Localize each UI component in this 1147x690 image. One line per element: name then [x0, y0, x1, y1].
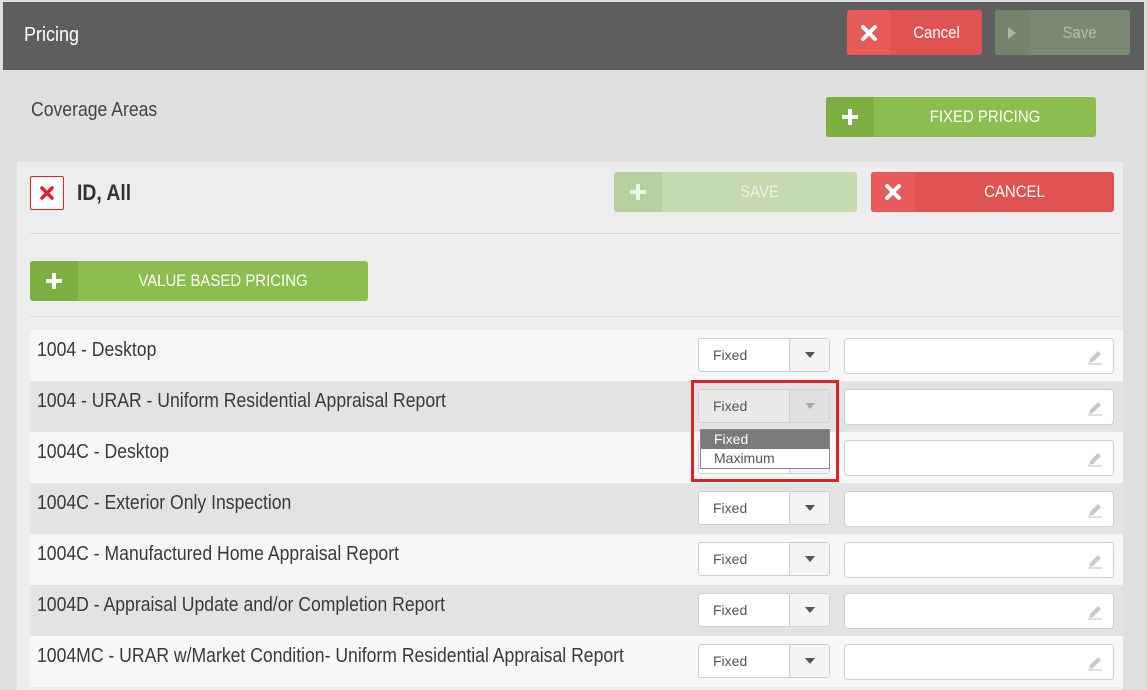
price-input[interactable]	[844, 338, 1114, 374]
chevron-down-icon	[789, 594, 829, 626]
divider	[30, 316, 1120, 317]
pricing-type-value: Fixed	[713, 500, 748, 516]
chevron-down-icon	[789, 492, 829, 524]
save-button-label: Save	[1062, 22, 1097, 42]
pricing-type-value: Fixed	[713, 653, 748, 669]
product-row: 1004D - Appraisal Update and/or Completi…	[30, 585, 1123, 636]
pencil-icon	[1088, 555, 1102, 569]
plus-icon	[30, 261, 78, 301]
chevron-down-icon	[789, 645, 829, 677]
product-row: 1004C - Manufactured Home Appraisal Repo…	[30, 534, 1123, 585]
pricing-type-value: Fixed	[713, 398, 748, 414]
value-based-pricing-label: VALUE BASED PRICING	[138, 271, 308, 290]
chevron-down-icon	[789, 543, 829, 575]
close-icon	[847, 10, 891, 55]
coverage-areas-label: Coverage Areas	[31, 99, 158, 121]
pencil-icon	[1088, 453, 1102, 467]
chevron-down-icon	[789, 339, 829, 371]
dropdown-option-fixed[interactable]: Fixed	[701, 430, 829, 449]
product-name: 1004C - Exterior Only Inspection	[37, 492, 292, 514]
product-name: 1004 - URAR - Uniform Residential Apprai…	[37, 390, 446, 412]
price-input[interactable]	[844, 491, 1114, 527]
product-name: 1004 - Desktop	[37, 339, 157, 361]
remove-area-button[interactable]	[30, 176, 64, 210]
product-row: 1004C - Exterior Only Inspection Fixed	[30, 483, 1123, 534]
area-cancel-label: CANCEL	[984, 182, 1045, 201]
price-input[interactable]	[844, 542, 1114, 578]
product-row: 1004 - URAR - Uniform Residential Apprai…	[30, 381, 1123, 432]
pencil-icon	[1088, 402, 1102, 416]
divider	[30, 233, 1120, 234]
pricing-type-value: Fixed	[713, 551, 748, 567]
pricing-type-select[interactable]: Fixed	[698, 491, 830, 525]
play-icon	[995, 10, 1029, 55]
product-row: 1004C - Desktop	[30, 432, 1123, 483]
remove-icon	[40, 186, 54, 200]
pricing-type-select[interactable]: Fixed	[698, 593, 830, 627]
pencil-icon	[1088, 504, 1102, 518]
pencil-icon	[1088, 606, 1102, 620]
fixed-pricing-label: FIXED PRICING	[929, 107, 1041, 126]
cancel-button[interactable]: Cancel	[847, 10, 982, 55]
product-list: 1004 - Desktop Fixed 1004 - URAR - Unifo…	[30, 330, 1123, 687]
chevron-down-icon	[789, 390, 829, 422]
cancel-button-label: Cancel	[913, 22, 960, 42]
pricing-page: Pricing Cancel Save Coverage Areas FIXED…	[0, 0, 1147, 690]
price-input[interactable]	[844, 593, 1114, 629]
pricing-type-value: Fixed	[713, 602, 748, 618]
plus-icon	[614, 172, 662, 212]
save-button[interactable]: Save	[995, 10, 1130, 55]
product-name: 1004C - Desktop	[37, 441, 170, 463]
product-row: 1004 - Desktop Fixed	[30, 330, 1123, 381]
pencil-icon	[1088, 351, 1102, 365]
value-based-pricing-button[interactable]: VALUE BASED PRICING	[30, 261, 368, 301]
page-title: Pricing	[24, 24, 80, 46]
close-icon	[871, 172, 915, 212]
area-cancel-button[interactable]: CANCEL	[871, 172, 1114, 212]
fixed-pricing-button[interactable]: FIXED PRICING	[826, 97, 1096, 137]
area-save-button[interactable]: SAVE	[614, 172, 857, 212]
product-name: 1004MC - URAR w/Market Condition- Unifor…	[37, 645, 624, 667]
pricing-type-select[interactable]: Fixed	[698, 389, 830, 423]
pricing-type-dropdown: Fixed Maximum	[700, 429, 830, 469]
plus-icon	[826, 97, 874, 137]
area-save-label: SAVE	[740, 182, 779, 201]
price-input[interactable]	[844, 440, 1114, 476]
product-name: 1004D - Appraisal Update and/or Completi…	[37, 594, 445, 616]
price-input[interactable]	[844, 389, 1114, 425]
pricing-type-select[interactable]: Fixed	[698, 644, 830, 678]
pricing-type-select[interactable]: Fixed	[698, 338, 830, 372]
pencil-icon	[1088, 657, 1102, 671]
product-row: 1004MC - URAR w/Market Condition- Unifor…	[30, 636, 1123, 687]
pricing-type-value: Fixed	[713, 347, 748, 363]
price-input[interactable]	[844, 644, 1114, 680]
pricing-type-select[interactable]: Fixed	[698, 542, 830, 576]
dropdown-option-maximum[interactable]: Maximum	[701, 449, 829, 468]
product-name: 1004C - Manufactured Home Appraisal Repo…	[37, 543, 399, 565]
area-title: ID, All	[77, 180, 132, 205]
